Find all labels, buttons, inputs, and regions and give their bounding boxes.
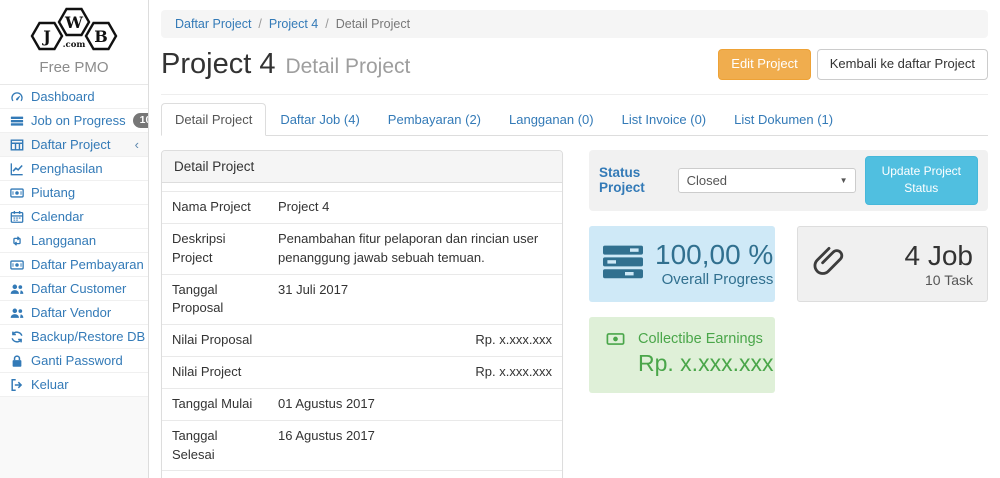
sidebar-item-daftar-vendor[interactable]: Daftar Vendor — [0, 301, 148, 325]
refresh-icon — [9, 330, 24, 344]
sidebar-item-calendar[interactable]: Calendar — [0, 205, 148, 229]
detail-project-panel: Detail Project Nama Project Project 4 De… — [161, 150, 563, 478]
breadcrumb: Daftar Project Project 4 Detail Project — [161, 10, 988, 38]
breadcrumb-detail-project: Detail Project — [318, 17, 410, 31]
earnings-value: Rp. x.xxx.xxx — [638, 350, 773, 377]
table-icon — [9, 138, 24, 152]
dashboard-icon — [9, 90, 24, 104]
table-row: Nilai Project Rp. x.xxx.xxx — [162, 357, 562, 389]
sidebar-item-job-on-progress[interactable]: Job on Progress 10 — [0, 109, 148, 133]
progress-bars-icon — [603, 244, 643, 283]
tab-daftar-job[interactable]: Daftar Job (4) — [266, 103, 373, 136]
tab-pembayaran[interactable]: Pembayaran (2) — [374, 103, 495, 136]
users-icon — [9, 306, 24, 320]
lock-icon — [9, 354, 24, 368]
brand-name: Free PMO — [0, 59, 148, 76]
table-row: Nama Project Project 4 — [162, 192, 562, 224]
overall-progress-value: 100,00 % — [655, 239, 773, 271]
tab-list-dokumen[interactable]: List Dokumen (1) — [720, 103, 847, 136]
svg-text:W: W — [64, 13, 84, 32]
table-row: Tanggal Proposal 31 Juli 2017 — [162, 274, 562, 325]
main-content: Daftar Project Project 4 Detail Project … — [148, 0, 1000, 478]
edit-project-button[interactable]: Edit Project — [718, 49, 810, 80]
table-row: Status Closed — [162, 471, 562, 478]
line-chart-icon — [9, 162, 24, 176]
sidebar-item-ganti-password[interactable]: Ganti Password — [0, 349, 148, 373]
page-subtitle: Detail Project — [285, 55, 410, 79]
sidebar-menu: Dashboard Job on Progress 10 Daftar Proj… — [0, 84, 148, 397]
sidebar-item-langganan[interactable]: Langganan — [0, 229, 148, 253]
sidebar-item-backup-restore-db[interactable]: Backup/Restore DB — [0, 325, 148, 349]
credit-card-icon — [9, 186, 24, 200]
svg-text:B: B — [94, 27, 108, 46]
money-bill-icon — [603, 330, 628, 351]
retweet-icon — [9, 234, 24, 248]
sidebar-item-penghasilan[interactable]: Penghasilan — [0, 157, 148, 181]
tab-bar: Detail Project Daftar Job (4) Pembayaran… — [161, 103, 988, 136]
table-row: Nilai Proposal Rp. x.xxx.xxx — [162, 325, 562, 357]
sidebar-item-piutang[interactable]: Piutang — [0, 181, 148, 205]
sign-out-icon — [9, 378, 24, 392]
paperclip-icon — [812, 245, 846, 282]
page-title: Project 4 — [161, 48, 275, 81]
overall-progress-caption: Overall Progress — [655, 271, 773, 288]
update-project-status-button[interactable]: Update Project Status — [865, 156, 978, 205]
table-row: Tanggal Mulai 01 Agustus 2017 — [162, 388, 562, 420]
page-wrapper: J W B .com Free PMO Dashboard Job on Pro… — [0, 0, 1000, 478]
collectible-earnings-card: Collectibe Earnings Rp. x.xxx.xxx — [589, 317, 775, 393]
breadcrumb-project-4[interactable]: Project 4 — [251, 17, 318, 31]
job-task-card: 4 Job 10 Task — [797, 226, 988, 302]
sidebar-item-keluar[interactable]: Keluar — [0, 373, 148, 397]
sidebar-item-daftar-pembayaran[interactable]: Daftar Pembayaran — [0, 253, 148, 277]
status-project-bar: Status Project Closed ▼ Update Project S… — [589, 150, 988, 211]
credit-card-icon — [9, 258, 24, 272]
sidebar: J W B .com Free PMO Dashboard Job on Pro… — [0, 0, 148, 478]
detail-table: Nama Project Project 4 Deskripsi Project… — [162, 191, 562, 478]
tab-list-invoice[interactable]: List Invoice (0) — [608, 103, 721, 136]
tab-langganan[interactable]: Langganan (0) — [495, 103, 608, 136]
right-column: Status Project Closed ▼ Update Project S… — [589, 150, 988, 393]
sidebar-item-daftar-customer[interactable]: Daftar Customer — [0, 277, 148, 301]
svg-text:J: J — [41, 27, 51, 46]
users-icon — [9, 282, 24, 296]
table-row: Deskripsi Project Penambahan fitur pelap… — [162, 223, 562, 274]
tab-detail-project[interactable]: Detail Project — [161, 103, 266, 136]
tasks-icon — [9, 114, 24, 128]
jwb-logo: J W B .com Free PMO — [0, 0, 148, 84]
page-header: Project 4 Detail Project Edit Project Ke… — [161, 48, 988, 95]
sidebar-item-dashboard[interactable]: Dashboard — [0, 85, 148, 109]
earnings-label: Collectibe Earnings — [638, 331, 773, 347]
svg-text:.com: .com — [63, 40, 86, 50]
overall-progress-card: 100,00 % Overall Progress — [589, 226, 775, 302]
job-count-value: 4 Job — [905, 240, 974, 272]
table-row: Tanggal Selesai 16 Agustus 2017 — [162, 420, 562, 471]
panel-title: Detail Project — [162, 151, 562, 183]
breadcrumb-daftar-project[interactable]: Daftar Project — [175, 17, 251, 31]
status-select[interactable]: Closed — [678, 168, 856, 193]
chevron-left-icon: ‹ — [135, 138, 139, 151]
task-count-caption: 10 Task — [905, 272, 974, 288]
sidebar-item-daftar-project[interactable]: Daftar Project ‹ — [0, 133, 148, 157]
back-to-list-button[interactable]: Kembali ke daftar Project — [817, 49, 988, 80]
calendar-icon — [9, 210, 24, 224]
status-project-label: Status Project — [599, 165, 669, 195]
